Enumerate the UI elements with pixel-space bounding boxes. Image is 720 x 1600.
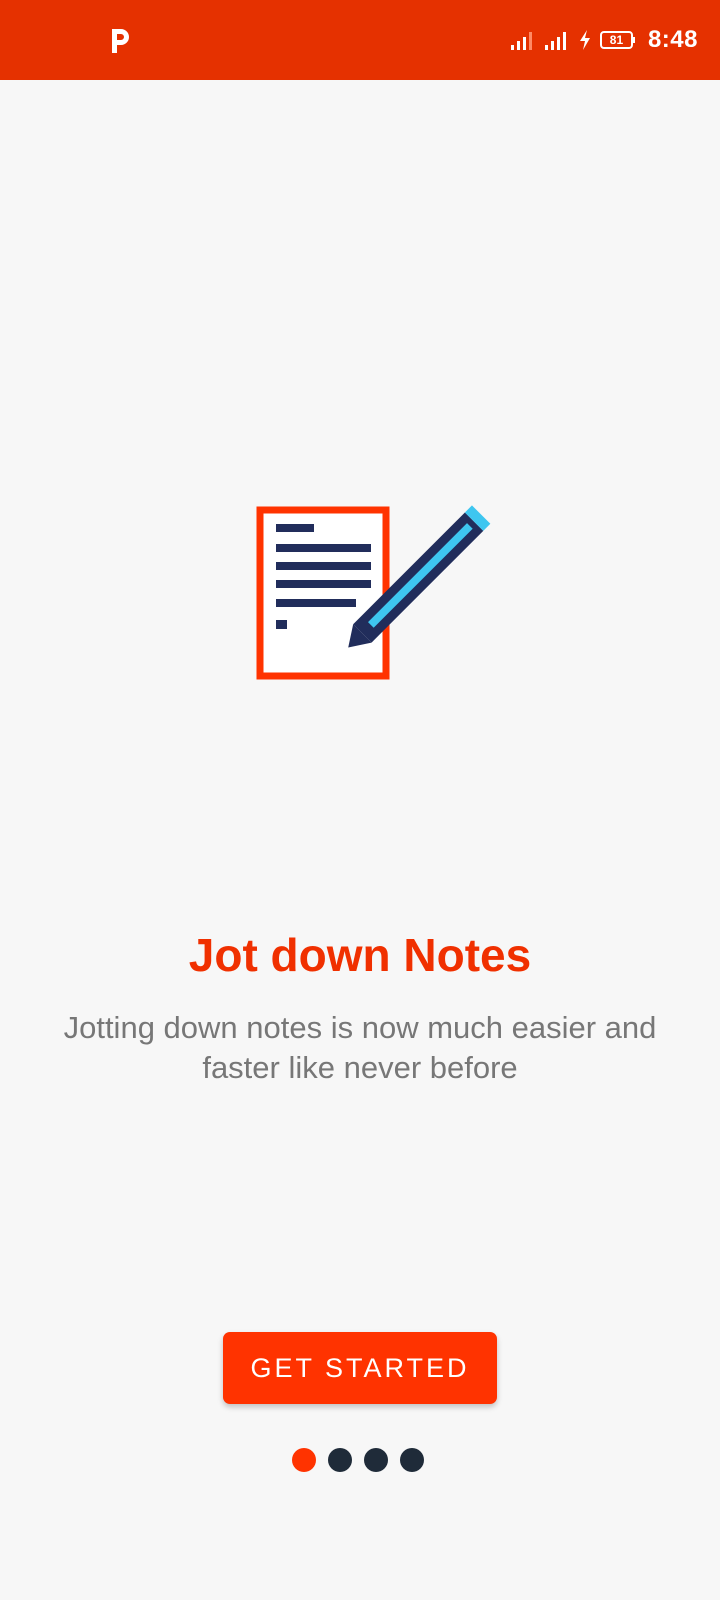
signal-strength-icon-sim1 bbox=[510, 32, 532, 50]
page-dot-2[interactable] bbox=[328, 1448, 352, 1472]
signal-strength-icon-sim2 bbox=[544, 32, 566, 50]
charging-bolt-icon bbox=[579, 30, 590, 50]
battery-level: 81 bbox=[609, 33, 624, 47]
page-indicator bbox=[292, 1448, 424, 1472]
onboarding-subtitle: Jotting down notes is now much easier an… bbox=[63, 1010, 657, 1085]
onboarding-title: Jot down Notes bbox=[188, 929, 532, 981]
status-icons: 81 8:48 bbox=[510, 22, 698, 58]
battery-icon: 81 bbox=[599, 30, 636, 50]
page-dot-4[interactable] bbox=[400, 1448, 424, 1472]
status-time: 8:48 bbox=[647, 26, 698, 53]
page-dot-1-active[interactable] bbox=[292, 1448, 316, 1472]
page-dot-3[interactable] bbox=[364, 1448, 388, 1472]
p-app-icon bbox=[112, 29, 129, 53]
status-bar: 81 8:48 bbox=[0, 0, 720, 80]
get-started-button[interactable]: GET STARTED bbox=[223, 1332, 497, 1404]
note-with-pencil-icon bbox=[256, 505, 491, 680]
